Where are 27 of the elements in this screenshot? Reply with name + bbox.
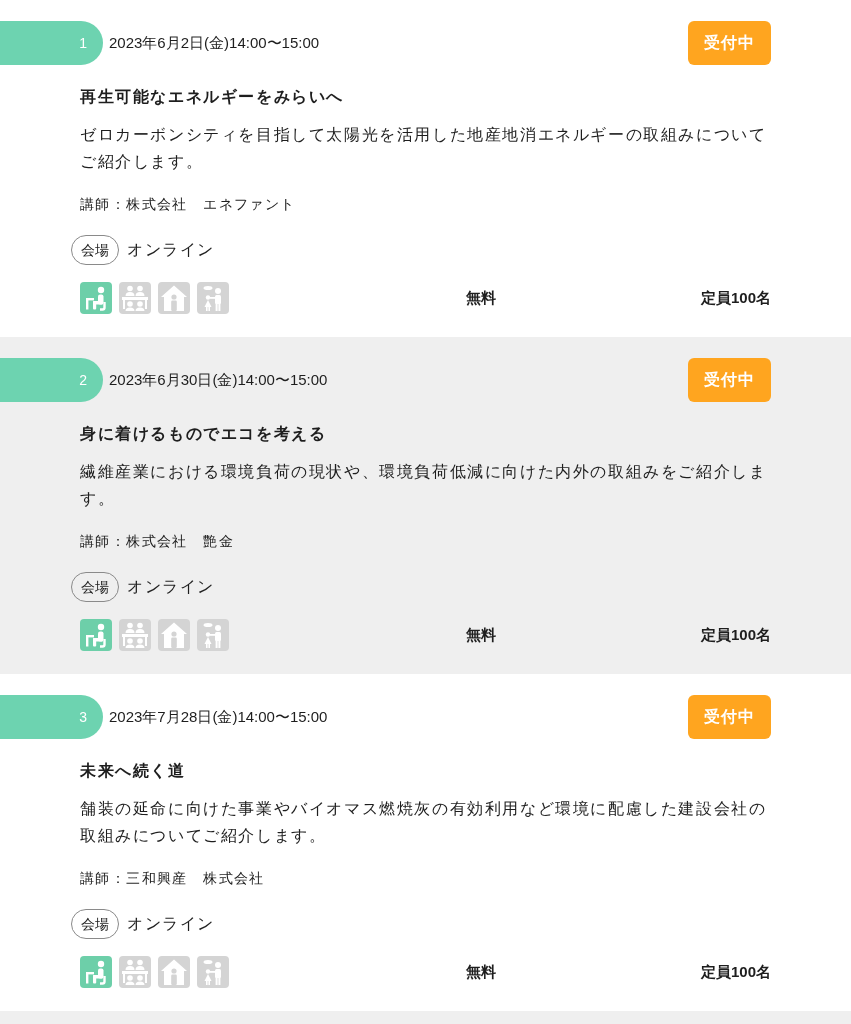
event-fee: 無料 [466, 963, 496, 980]
event-lecturer: 講師：株式会社 エネファント [80, 195, 297, 214]
event-datetime: 2023年6月2日(金)14:00〜15:00 [109, 33, 320, 53]
event-title: 身に着けるものでエコを考える [80, 424, 328, 444]
venue-name: オンライン [127, 577, 215, 597]
venue-name: オンライン [127, 914, 215, 934]
event-title: 未来へ続く道 [80, 761, 187, 781]
event-fee: 無料 [466, 289, 496, 306]
event-datetime: 2023年6月30日(金)14:00〜15:00 [109, 370, 328, 390]
event-capacity: 定員100名 [700, 625, 771, 645]
status-badge: 受付中 [688, 358, 771, 402]
event-number: 3 [0, 695, 103, 739]
event-capacity: 定員100名 [700, 962, 771, 982]
event-title: 再生可能なエネルギーをみらいへ [80, 87, 345, 108]
event-description: 繊維産業における環境負荷の現状や、環境負荷低減に向けた内外の取組みをご紹介します。 [80, 462, 768, 509]
event-number: 2 [0, 358, 103, 402]
event-capacity: 定員100名 [700, 288, 771, 308]
event-lecturer: 講師：株式会社 艶金 [80, 532, 235, 551]
status-badge: 受付中 [688, 21, 771, 65]
event-description: 舗装の延命に向けた事業やバイオマス燃焼灰の有効利用など環境に配慮した建設会社の取組みについてご紹介します。 [80, 799, 768, 846]
event-lecturer: 講師：三和興産 株式会社 [80, 869, 266, 888]
event-description: ゼロカーボンシティを目指して太陽光を活用した地産地消エネルギーの取組みについてご紹介します。 [80, 125, 768, 172]
status-badge: 受付中 [688, 695, 771, 739]
event-number: 1 [0, 21, 103, 65]
event-fee: 無料 [466, 626, 496, 643]
event-datetime: 2023年7月28日(金)14:00〜15:00 [109, 707, 328, 727]
venue-name: オンライン [127, 240, 215, 260]
